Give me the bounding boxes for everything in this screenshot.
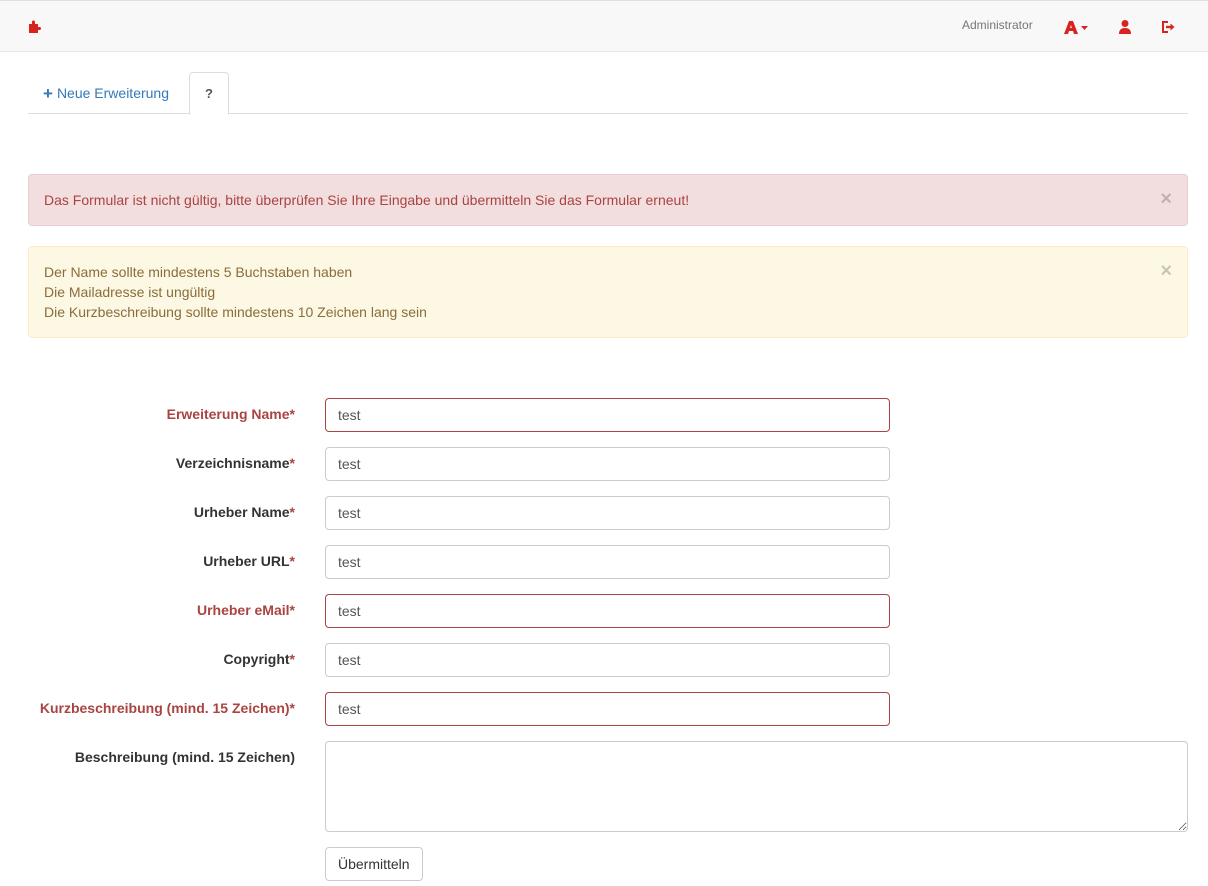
form-row-author-url: Urheber URL* bbox=[0, 545, 1208, 579]
copyright-input[interactable] bbox=[325, 643, 890, 677]
error-alert-text: Das Formular ist nicht gültig, bitte übe… bbox=[44, 192, 690, 208]
author-email-input[interactable] bbox=[325, 594, 890, 628]
directory-name-input[interactable] bbox=[325, 447, 890, 481]
user-icon[interactable] bbox=[1112, 17, 1138, 37]
extension-name-label: Erweiterung Name* bbox=[166, 406, 295, 422]
short-description-label: Kurzbeschreibung (mind. 15 Zeichen)* bbox=[39, 700, 295, 716]
language-icon[interactable] bbox=[1063, 17, 1089, 37]
submit-button[interactable]: Übermitteln bbox=[325, 847, 423, 881]
form-row-directory-name: Verzeichnisname* bbox=[0, 447, 1208, 481]
tab-bar: + Neue Erweiterung ? bbox=[28, 72, 1188, 115]
tab-new-extension-label: Neue Erweiterung bbox=[56, 85, 169, 101]
tab-new-extension[interactable]: + Neue Erweiterung bbox=[28, 72, 184, 114]
warning-line: Die Kurzbeschreibung sollte mindestens 1… bbox=[44, 304, 427, 320]
warning-line: Die Mailadresse ist ungültig bbox=[44, 284, 216, 300]
warning-line: Der Name sollte mindestens 5 Buchstaben … bbox=[44, 264, 353, 280]
directory-name-label: Verzeichnisname* bbox=[175, 455, 295, 471]
author-name-label: Urheber Name* bbox=[193, 504, 295, 520]
form-row-author-email: Urheber eMail* bbox=[0, 594, 1208, 628]
close-icon[interactable]: × bbox=[1160, 189, 1172, 209]
user-name-label[interactable]: Administrator bbox=[962, 18, 1033, 32]
form-row-copyright: Copyright* bbox=[0, 643, 1208, 677]
author-url-label: Urheber URL* bbox=[203, 553, 295, 569]
extension-name-input[interactable] bbox=[325, 398, 890, 432]
form-row-author-name: Urheber Name* bbox=[0, 496, 1208, 530]
validation-warning-alert: Der Name sollte mindestens 5 Buchstaben … bbox=[28, 246, 1188, 338]
form-row-description: Beschreibung (mind. 15 Zeichen) bbox=[0, 741, 1208, 832]
puzzle-icon[interactable] bbox=[26, 17, 44, 35]
author-url-input[interactable] bbox=[325, 545, 890, 579]
error-alert: Das Formular ist nicht gültig, bitte übe… bbox=[28, 174, 1188, 226]
form-row-short-description: Kurzbeschreibung (mind. 15 Zeichen)* bbox=[0, 692, 1208, 726]
plus-icon: + bbox=[43, 83, 53, 103]
tab-help[interactable]: ? bbox=[189, 72, 229, 115]
close-icon[interactable]: × bbox=[1160, 261, 1172, 281]
top-navbar: Administrator bbox=[0, 0, 1208, 52]
copyright-label: Copyright* bbox=[223, 651, 295, 667]
author-name-input[interactable] bbox=[325, 496, 890, 530]
author-email-label: Urheber eMail* bbox=[196, 602, 295, 618]
short-description-input[interactable] bbox=[325, 692, 890, 726]
description-label: Beschreibung (mind. 15 Zeichen) bbox=[74, 749, 295, 765]
form-row-extension-name: Erweiterung Name* bbox=[0, 398, 1208, 432]
description-textarea[interactable] bbox=[325, 741, 1188, 832]
logout-icon[interactable] bbox=[1155, 17, 1181, 37]
tab-help-label: ? bbox=[205, 86, 213, 101]
